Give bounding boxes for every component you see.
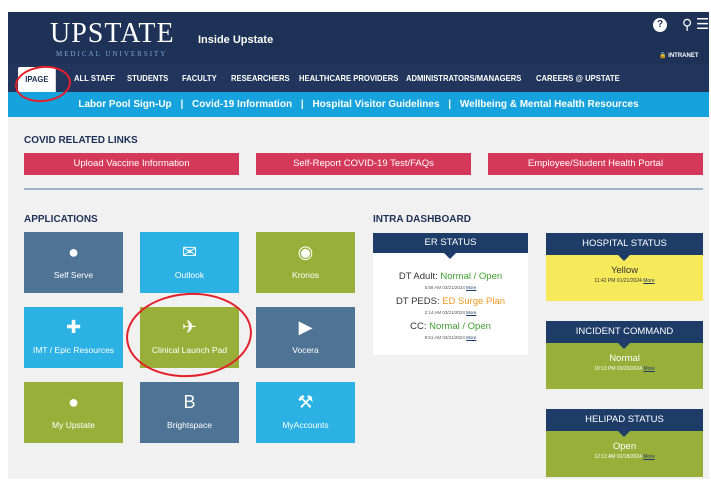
more-link[interactable]: More [643, 366, 654, 372]
more-link[interactable]: More [466, 285, 476, 290]
upload-vaccine-button[interactable]: Upload Vaccine Information [24, 153, 239, 175]
status-meta: 11:42 PM 01/21/2024 More [546, 278, 703, 284]
tile-vocera[interactable]: ▶ Vocera [256, 307, 355, 368]
applications-title: APPLICATIONS [24, 214, 98, 225]
help-icon[interactable]: ? [653, 18, 667, 32]
tile-label: Kronos [292, 270, 319, 280]
nav-item-administrators-managers[interactable]: ADMINISTRATORS/MANAGERS [406, 64, 521, 92]
search-icon[interactable]: ⚲ [682, 16, 692, 33]
lock-icon: 🔒 [659, 53, 667, 59]
er-status-card: ER STATUS DT Adult: Normal / Open 5:59 A… [373, 233, 528, 355]
card-pointer [444, 253, 456, 259]
tile-imt-epic[interactable]: ✚ IMT / Epic Resources [24, 307, 123, 368]
upstate-logo[interactable]: UPSTATE [50, 20, 175, 48]
health-portal-button[interactable]: Employee/Student Health Portal [488, 153, 703, 175]
er-row-meta: 2:14 AM 03/21/2024 More [373, 310, 528, 315]
nav-item-researchers[interactable]: RESEARCHERS [231, 64, 290, 92]
apple-icon: ● [68, 392, 79, 412]
brightspace-icon: B [183, 392, 196, 412]
link-covid-info[interactable]: Covid-19 Information [192, 99, 292, 110]
er-row-value: Normal / Open [440, 271, 503, 282]
card-pointer [618, 343, 630, 349]
megaphone-icon: ▶ [298, 317, 313, 337]
more-link[interactable]: More [466, 310, 476, 315]
separator: | [448, 99, 452, 110]
intranet-link[interactable]: 🔒 INTRANET [659, 52, 699, 59]
incident-command-title: INCIDENT COMMAND [546, 321, 703, 343]
envelope-icon: ✉ [181, 242, 198, 262]
status-meta: 10:13 PM 03/20/2024 More [546, 366, 703, 372]
incident-command-card: INCIDENT COMMAND Normal 10:13 PM 03/20/2… [546, 321, 703, 389]
er-status-title: ER STATUS [373, 233, 528, 253]
er-row-peds: DT PEDS: ED Surge Plan [373, 296, 528, 307]
more-link[interactable]: More [466, 335, 476, 340]
kronos-icon: ◉ [297, 242, 314, 262]
link-visitor-guidelines[interactable]: Hospital Visitor Guidelines [312, 99, 439, 110]
plus-icon: ✚ [65, 317, 82, 337]
person-icon: ● [68, 242, 79, 262]
tile-kronos[interactable]: ◉ Kronos [256, 232, 355, 293]
nav-item-faculty[interactable]: FACULTY [182, 64, 217, 92]
tile-myaccounts[interactable]: ⚒ MyAccounts [256, 382, 355, 443]
nav-item-careers[interactable]: CAREERS @ UPSTATE [536, 64, 620, 92]
section-divider [24, 188, 703, 190]
tile-label: Self Serve [53, 270, 94, 280]
status-meta: 12:13 AM 01/18/2024 More [546, 454, 703, 460]
link-labor-pool[interactable]: Labor Pool Sign-Up [78, 99, 171, 110]
er-row-label: CC: [410, 321, 430, 332]
status-time: 10:13 PM 03/20/2024 [594, 366, 643, 372]
tile-outlook[interactable]: ✉ Outlook [140, 232, 239, 293]
tile-brightspace[interactable]: B Brightspace [140, 382, 239, 443]
er-row-label: DT PEDS: [395, 296, 443, 307]
covid-section-title: COVID RELATED LINKS [24, 135, 138, 146]
separator: | [180, 99, 184, 110]
er-row-time: 5:59 AM 03/21/2024 [424, 285, 465, 290]
self-report-button[interactable]: Self-Report COVID-19 Test/FAQs [256, 153, 471, 175]
card-pointer [618, 431, 630, 437]
status-time: 12:13 AM 01/18/2024 [594, 454, 642, 460]
tile-my-upstate[interactable]: ● My Upstate [24, 382, 123, 443]
er-row-label: DT Adult: [398, 271, 441, 282]
tile-label: Outlook [174, 270, 205, 280]
tile-label: MyAccounts [282, 420, 329, 430]
helipad-status-title: HELIPAD STATUS [546, 409, 703, 431]
er-row-meta: 8:51 AM 03/21/2024 More [373, 335, 528, 340]
menu-icon[interactable]: ☰ [696, 15, 709, 33]
helipad-status-card: HELIPAD STATUS Open 12:13 AM 01/18/2024 … [546, 409, 703, 477]
tile-label: Brightspace [167, 420, 212, 430]
er-row-adult: DT Adult: Normal / Open [373, 271, 528, 282]
logo-subtitle: MEDICAL UNIVERSITY [56, 50, 168, 58]
tile-label: IMT / Epic Resources [32, 345, 115, 355]
er-row-value: ED Surge Plan [442, 296, 506, 307]
hospital-status-title: HOSPITAL STATUS [546, 233, 703, 255]
card-pointer [618, 255, 630, 261]
dashboard-title: INTRA DASHBOARD [373, 214, 471, 225]
nav-item-students[interactable]: STUDENTS [127, 64, 168, 92]
tile-label: My Upstate [52, 420, 95, 430]
main-nav: IPAGE ALL STAFF STUDENTS FACULTY RESEARC… [8, 64, 709, 92]
er-row-time: 2:14 AM 03/21/2024 [424, 310, 465, 315]
tile-label: Vocera [292, 345, 319, 355]
er-row-meta: 5:59 AM 03/21/2024 More [373, 285, 528, 290]
nav-item-healthcare-providers[interactable]: HEALTHCARE PROVIDERS [299, 64, 398, 92]
more-link[interactable]: More [643, 278, 654, 284]
status-time: 11:42 PM 01/21/2024 [594, 278, 642, 284]
er-row-value: Normal / Open [429, 321, 491, 332]
er-row-time: 8:51 AM 03/21/2024 [424, 335, 465, 340]
site-header: UPSTATE MEDICAL UNIVERSITY Inside Upstat… [8, 12, 709, 64]
er-row-cc: CC: Normal / Open [373, 321, 528, 332]
nav-item-all-staff[interactable]: ALL STAFF [74, 64, 115, 92]
intranet-label: INTRANET [668, 53, 699, 59]
hospital-status-card: HOSPITAL STATUS Yellow 11:42 PM 01/21/20… [546, 233, 703, 301]
separator: | [300, 99, 304, 110]
quick-links-bar: Labor Pool Sign-Up | Covid-19 Informatio… [8, 92, 709, 117]
link-wellbeing[interactable]: Wellbeing & Mental Health Resources [460, 99, 639, 110]
site-title[interactable]: Inside Upstate [198, 34, 273, 46]
more-link[interactable]: More [643, 454, 654, 460]
wrench-icon: ⚒ [297, 392, 314, 412]
tile-self-serve[interactable]: ● Self Serve [24, 232, 123, 293]
